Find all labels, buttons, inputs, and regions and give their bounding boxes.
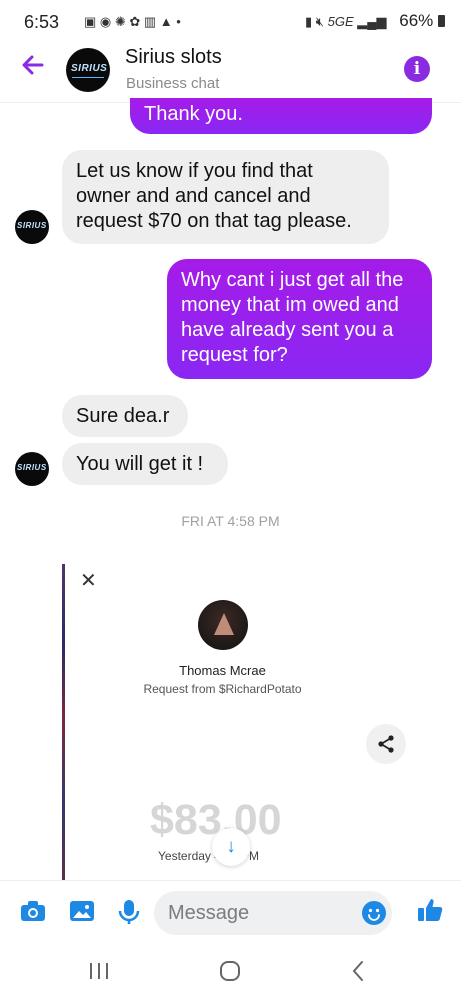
- home-icon[interactable]: [218, 959, 242, 988]
- emoji-icon[interactable]: [362, 901, 386, 925]
- message-line: request for?: [181, 344, 288, 366]
- message-line: money that im owed and: [181, 294, 399, 316]
- status-time: 6:53: [24, 12, 60, 32]
- status-bar: 6:53 ▣ ◉ ✺ ✿ ▥ ▲ • ▮ 🔇︎ 5GE ▂▄▆ 66%: [0, 0, 461, 40]
- close-icon[interactable]: ✕: [80, 568, 97, 593]
- message-line: Let us know if you find that: [76, 160, 313, 182]
- payer-avatar-shape: [214, 613, 234, 635]
- message-composer: [0, 880, 461, 945]
- message-outgoing[interactable]: Thank you.: [130, 98, 432, 134]
- message-outgoing[interactable]: Why cant i just get all the money that i…: [167, 259, 432, 379]
- mute-icon: 🔇︎: [315, 14, 324, 29]
- avatar-logo: SIRIUS: [71, 63, 108, 74]
- thumbs-up-icon[interactable]: [417, 897, 443, 928]
- request-text: Request from $RichardPotato: [143, 682, 302, 696]
- payer-name: Thomas Mcrae: [179, 663, 266, 678]
- avatar-logo: SIRIUS: [17, 463, 47, 472]
- message-incoming[interactable]: Sure dea.r: [62, 395, 188, 437]
- message-incoming[interactable]: You will get it !: [62, 443, 228, 485]
- message-input[interactable]: [154, 891, 392, 935]
- network-label: 5GE: [327, 14, 354, 29]
- back-arrow-icon[interactable]: [20, 52, 46, 83]
- message-text: Sure dea.r: [76, 405, 170, 427]
- avatar-logo: SIRIUS: [17, 221, 47, 230]
- lock-icon: ▮: [305, 14, 313, 29]
- message-text: You will get it !: [76, 453, 204, 475]
- message-incoming[interactable]: Let us know if you find that owner and a…: [62, 150, 389, 244]
- info-icon[interactable]: i: [404, 56, 430, 82]
- back-icon[interactable]: [350, 959, 366, 988]
- contact-subtitle: Business chat: [126, 75, 220, 92]
- gallery-icon[interactable]: [69, 899, 95, 928]
- recent-apps-icon[interactable]: [88, 961, 110, 986]
- share-icon[interactable]: [366, 724, 406, 764]
- camera-icon[interactable]: [20, 899, 46, 928]
- notification-icons: ▣ ◉ ✺ ✿ ▥ ▲ •: [84, 14, 181, 29]
- signal-icons: ▮ 🔇︎ 5GE ▂▄▆: [305, 14, 386, 30]
- message-line: Why cant i just get all the: [181, 269, 404, 291]
- contact-name[interactable]: Sirius slots: [125, 46, 222, 69]
- sender-avatar: SIRIUS: [15, 210, 49, 244]
- battery-icon: [438, 15, 445, 27]
- chat-header: SIRIUS Sirius slots Business chat i: [0, 40, 461, 103]
- card-edge: [62, 564, 65, 880]
- signal-icon: ▂▄▆: [357, 14, 387, 29]
- message-line: have already sent you a: [181, 319, 394, 341]
- scroll-down-icon[interactable]: ↓: [212, 828, 250, 866]
- message-line: owner and and cancel and: [76, 185, 311, 207]
- battery-label: 66%: [399, 11, 434, 30]
- message-text: Thank you.: [144, 103, 243, 125]
- message-timestamp: FRI AT 4:58 PM: [181, 513, 280, 529]
- contact-avatar[interactable]: SIRIUS: [66, 48, 110, 92]
- message-line: request $70 on that tag please.: [76, 210, 352, 232]
- microphone-icon[interactable]: [118, 899, 140, 930]
- system-nav-bar: [0, 944, 461, 1000]
- battery-indicator: 66%: [399, 11, 445, 31]
- sender-avatar: SIRIUS: [15, 452, 49, 486]
